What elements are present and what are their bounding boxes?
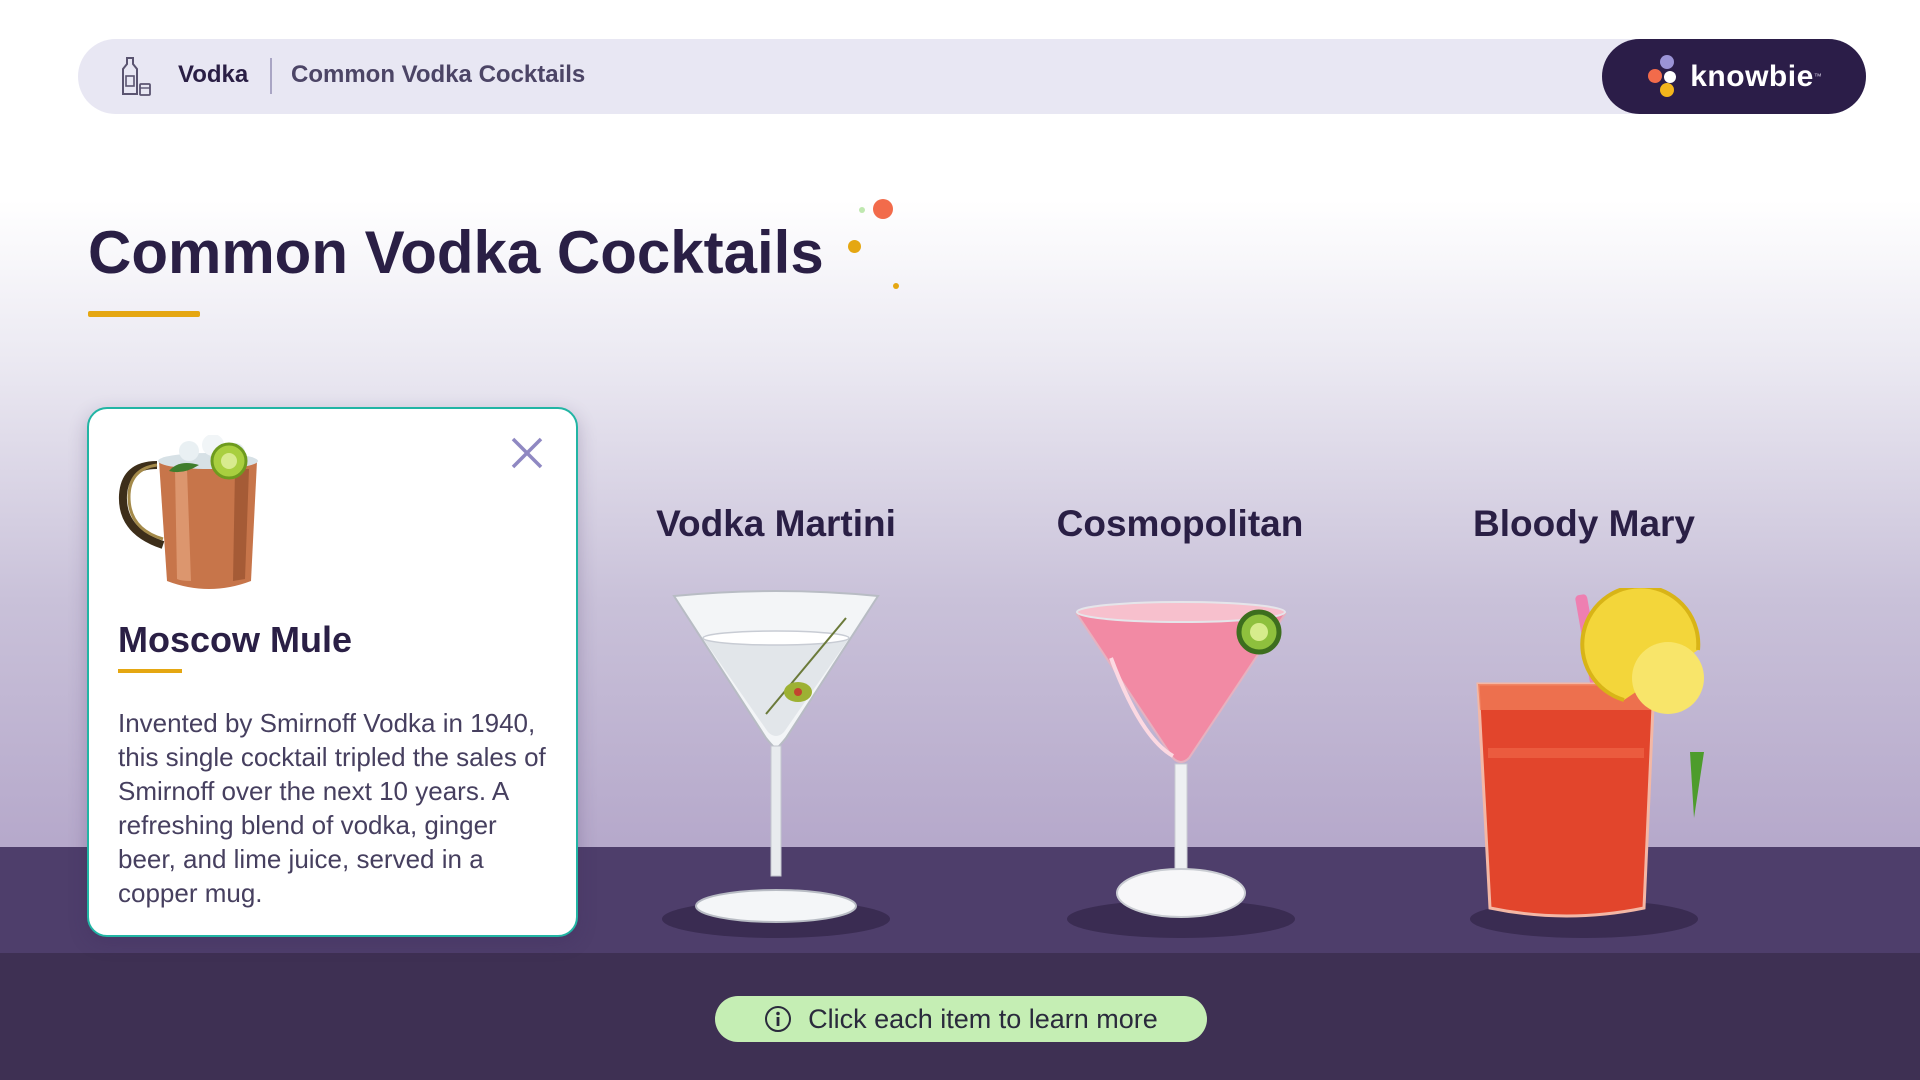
- hint-text: Click each item to learn more: [808, 1003, 1158, 1034]
- item-label-cosmopolitan[interactable]: Cosmopolitan: [1000, 503, 1360, 545]
- brand-trademark: ™: [1813, 72, 1822, 81]
- knowbie-logo-icon: [1646, 53, 1682, 101]
- hint-pill: Click each item to learn more: [715, 996, 1207, 1042]
- close-icon[interactable]: [509, 435, 545, 471]
- martini-glass-icon[interactable]: [666, 588, 886, 928]
- breadcrumb-page: Common Vodka Cocktails: [291, 61, 586, 88]
- item-label-bloody-mary[interactable]: Bloody Mary: [1404, 503, 1764, 545]
- page-title: Common Vodka Cocktails: [88, 219, 824, 286]
- breadcrumb-section[interactable]: Vodka: [178, 61, 248, 89]
- cosmopolitan-glass-icon[interactable]: [1071, 588, 1291, 928]
- brand-name: knowbie: [1690, 59, 1814, 93]
- brand-logo: knowbie ™: [1602, 39, 1866, 114]
- decor-dot: [859, 207, 865, 213]
- decor-dot: [893, 283, 899, 289]
- decor-dot: [848, 240, 861, 253]
- card-title: Moscow Mule: [118, 619, 353, 660]
- breadcrumb-separator: [270, 58, 272, 94]
- decor-dot: [873, 199, 893, 219]
- card-title-underline: [118, 669, 182, 673]
- copper-mug-icon: [118, 435, 258, 589]
- item-label-vodka-martini[interactable]: Vodka Martini: [596, 503, 956, 545]
- bottle-glass-icon: [122, 57, 151, 96]
- info-card-moscow-mule: Moscow Mule Invented by Smirnoff Vodka i…: [87, 407, 578, 937]
- card-body-text: Invented by Smirnoff Vodka in 1940, this…: [118, 708, 546, 908]
- info-icon: [765, 1006, 792, 1032]
- title-underline: [88, 311, 200, 317]
- bloody-mary-glass-icon[interactable]: [1468, 588, 1708, 928]
